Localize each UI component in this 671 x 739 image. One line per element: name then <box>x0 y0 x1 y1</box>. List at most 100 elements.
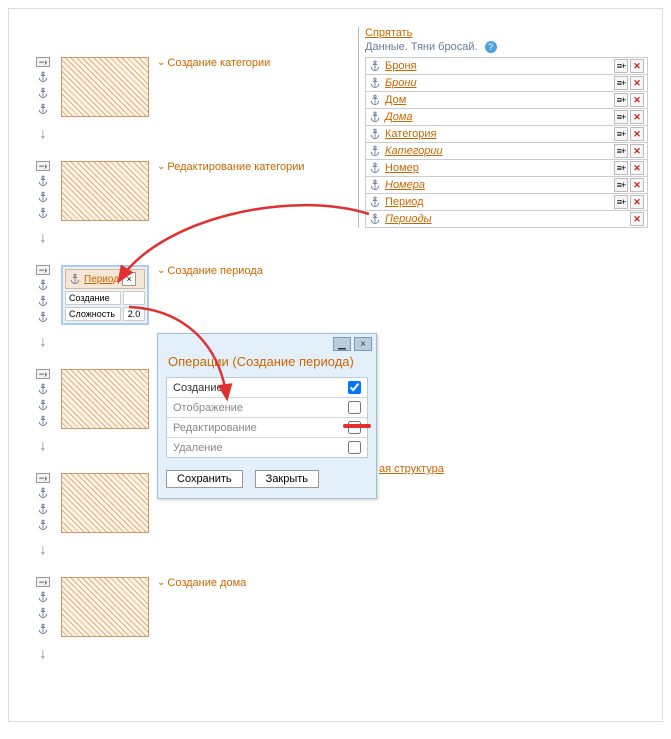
collapse-button[interactable]: −› <box>36 265 50 275</box>
data-item-link[interactable]: Категории <box>385 145 443 157</box>
delete-icon[interactable]: ✕ <box>630 212 644 226</box>
list-icon[interactable]: ≡+ <box>614 93 628 107</box>
delete-icon[interactable]: ✕ <box>630 144 644 158</box>
data-panel: Спрятать Данные. Тяни бросай. ? Броня≡+✕… <box>358 27 648 228</box>
data-row: Броня ≡+✕ <box>365 57 648 75</box>
list-icon[interactable]: ≡+ <box>614 161 628 175</box>
collapse-button[interactable]: −› <box>36 473 50 483</box>
prop-value[interactable]: 2.0 <box>123 307 145 321</box>
anchor-icon[interactable] <box>37 87 49 99</box>
save-button[interactable]: Сохранить <box>166 470 243 488</box>
anchor-icon[interactable] <box>369 179 381 191</box>
node-box[interactable] <box>61 57 149 117</box>
help-icon[interactable]: ? <box>485 41 497 53</box>
data-row: Дома ≡+✕ <box>365 109 648 126</box>
node-data-link[interactable]: Период <box>84 274 119 285</box>
anchor-icon[interactable] <box>369 196 381 208</box>
data-item-link[interactable]: Периоды <box>385 213 432 225</box>
anchor-icon[interactable] <box>37 503 49 515</box>
delete-icon[interactable]: ✕ <box>630 76 644 90</box>
list-icon[interactable]: ≡+ <box>614 127 628 141</box>
node-box[interactable] <box>61 369 149 429</box>
anchor-icon[interactable] <box>369 94 381 106</box>
delete-icon[interactable]: ✕ <box>630 195 644 209</box>
operation-row: Отображение <box>167 398 367 418</box>
data-item-link[interactable]: Период <box>385 196 424 208</box>
anchor-icon[interactable] <box>37 399 49 411</box>
anchor-icon[interactable] <box>37 607 49 619</box>
delete-icon[interactable]: ✕ <box>630 161 644 175</box>
remove-icon[interactable]: × <box>122 272 136 286</box>
anchor-icon[interactable] <box>37 487 49 499</box>
node-box[interactable]: Период×СозданиеСложность2.0 <box>61 265 149 325</box>
data-item-link[interactable]: Номер <box>385 162 419 174</box>
data-item-link[interactable]: Брони <box>385 77 417 89</box>
list-icon[interactable]: ≡+ <box>614 110 628 124</box>
close-dialog-button[interactable]: Закрыть <box>255 470 319 488</box>
anchor-icon[interactable] <box>37 383 49 395</box>
anchor-icon[interactable] <box>37 311 49 323</box>
operation-checkbox[interactable] <box>348 381 361 394</box>
delete-icon[interactable]: ✕ <box>630 93 644 107</box>
collapse-button[interactable]: −› <box>36 57 50 67</box>
anchor-icon[interactable] <box>69 273 81 285</box>
anchor-icon[interactable] <box>369 128 381 140</box>
anchor-icon[interactable] <box>369 111 381 123</box>
workflow-node: −›↓⌄Создание категории <box>33 57 353 137</box>
anchor-icon[interactable] <box>37 103 49 115</box>
delete-icon[interactable]: ✕ <box>630 178 644 192</box>
operation-checkbox[interactable] <box>348 441 361 454</box>
data-row: Номер ≡+✕ <box>365 160 648 177</box>
anchor-icon[interactable] <box>37 207 49 219</box>
structure-link[interactable]: ая структура <box>379 463 444 475</box>
list-icon[interactable]: ≡+ <box>614 195 628 209</box>
data-item-link[interactable]: Броня <box>385 60 417 72</box>
delete-icon[interactable]: ✕ <box>630 110 644 124</box>
node-box[interactable] <box>61 473 149 533</box>
list-icon[interactable]: ≡+ <box>614 144 628 158</box>
arrow-down-icon: ↓ <box>40 437 47 453</box>
anchor-icon[interactable] <box>369 145 381 157</box>
prop-value[interactable] <box>123 291 145 305</box>
anchor-icon[interactable] <box>37 71 49 83</box>
anchor-icon[interactable] <box>37 519 49 531</box>
collapse-button[interactable]: −› <box>36 577 50 587</box>
workflow-node: −›↓⌄Редактирование категории <box>33 161 353 241</box>
panel-header: Данные. Тяни бросай. ? <box>365 41 648 53</box>
chevron-down-icon: ⌄ <box>157 161 165 172</box>
collapse-button[interactable]: −› <box>36 369 50 379</box>
minimize-button[interactable]: ▁ <box>333 337 351 351</box>
data-item-link[interactable]: Номера <box>385 179 425 191</box>
anchor-icon[interactable] <box>369 77 381 89</box>
data-item-link[interactable]: Дома <box>385 111 413 123</box>
anchor-icon[interactable] <box>37 415 49 427</box>
hide-link[interactable]: Спрятать <box>365 27 412 39</box>
collapse-button[interactable]: −› <box>36 161 50 171</box>
operation-label: Создание <box>173 382 223 394</box>
anchor-icon[interactable] <box>37 191 49 203</box>
node-box[interactable] <box>61 161 149 221</box>
list-icon[interactable]: ≡+ <box>614 59 628 73</box>
anchor-icon[interactable] <box>369 162 381 174</box>
close-button[interactable]: × <box>354 337 372 351</box>
delete-icon[interactable]: ✕ <box>630 59 644 73</box>
arrow-down-icon: ↓ <box>40 541 47 557</box>
anchor-icon[interactable] <box>369 60 381 72</box>
anchor-icon[interactable] <box>37 295 49 307</box>
anchor-icon[interactable] <box>37 175 49 187</box>
data-item-link[interactable]: Категория <box>385 128 436 140</box>
delete-icon[interactable]: ✕ <box>630 127 644 141</box>
anchor-icon[interactable] <box>37 279 49 291</box>
data-row: Периоды ✕ <box>365 211 648 228</box>
node-box[interactable] <box>61 577 149 637</box>
arrow-down-icon: ↓ <box>40 333 47 349</box>
operation-checkbox[interactable] <box>348 401 361 414</box>
list-icon[interactable]: ≡+ <box>614 76 628 90</box>
data-item-link[interactable]: Дом <box>385 94 406 106</box>
anchor-icon[interactable] <box>369 213 381 225</box>
data-row: Категории ≡+✕ <box>365 143 648 160</box>
list-icon[interactable]: ≡+ <box>614 178 628 192</box>
anchor-icon[interactable] <box>37 623 49 635</box>
anchor-icon[interactable] <box>37 591 49 603</box>
data-row: Период ≡+✕ <box>365 194 648 211</box>
